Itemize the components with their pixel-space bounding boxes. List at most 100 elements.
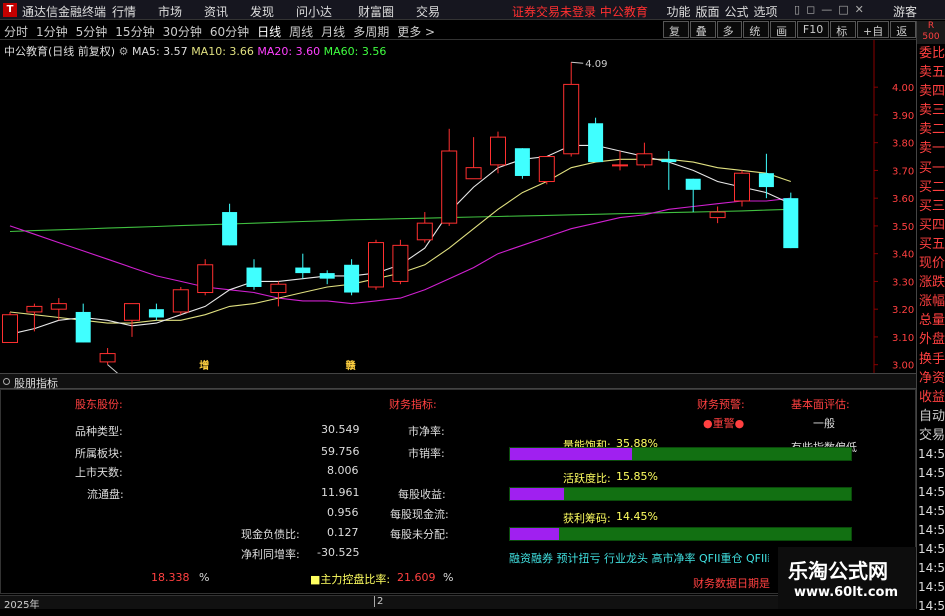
tick-time: 14:56 (917, 483, 945, 502)
tab-60min[interactable]: 60分钟 (210, 23, 249, 40)
close-icon[interactable]: ✕ (855, 3, 864, 16)
sidebar-quote-item[interactable]: 收益 (917, 388, 945, 407)
tab-weekly[interactable]: 周线 (289, 23, 313, 40)
sidebar-quote-item[interactable]: 买二 (917, 178, 945, 197)
sidebar-quote-item[interactable]: 卖三 (917, 101, 945, 120)
sidebar-quote-item[interactable]: 总量 (917, 311, 945, 330)
sidebar-quote-item[interactable]: 买四 (917, 216, 945, 235)
collapse-circle-icon[interactable] (3, 378, 10, 385)
sidebar-quote-item[interactable]: 买五 (917, 235, 945, 254)
menu-item-caifuquan[interactable]: 财富圈 (358, 3, 416, 20)
sidebar-quote-item[interactable]: 委比 (917, 44, 945, 63)
tab-1min[interactable]: 1分钟 (36, 23, 68, 40)
candle-body-up (3, 315, 18, 343)
menu-item-shichang[interactable]: 市场 (158, 3, 204, 20)
mark-button[interactable]: 标记 (830, 21, 856, 38)
maximize-icon[interactable]: □ (838, 3, 848, 16)
main-control-value: 21.609 (397, 571, 436, 584)
sidebar-badge[interactable]: R 500 (917, 21, 945, 44)
stats-button[interactable]: 统计 (743, 21, 769, 38)
menu-item-faxian[interactable]: 发现 (250, 3, 296, 20)
sidebar-quote-item[interactable]: 现价 (917, 254, 945, 273)
menu-item-banmian[interactable]: 版面 (693, 3, 722, 20)
tab-more[interactable]: 更多 > (397, 23, 435, 40)
bar-fill (510, 528, 559, 540)
sidebar-quote-item[interactable]: 自动 (917, 407, 945, 426)
guest-label[interactable]: 游客 (893, 3, 917, 20)
candle-body-up (393, 245, 408, 281)
menu-item-wenxiaoda[interactable]: 问小达 (296, 3, 358, 20)
tab-daily[interactable]: 日线 (257, 23, 281, 40)
main-menu: 行情 市场 资讯 发现 问小达 财富圈 交易 (112, 3, 462, 20)
menu-item-xuanxiang[interactable]: 选项 (751, 3, 780, 20)
sidebar-quote-item[interactable]: 涨跌 (917, 273, 945, 292)
left-row-label: 现金负债比: (241, 526, 300, 542)
window-mini-icon[interactable]: ◻ (806, 3, 815, 16)
settings-gear-icon[interactable]: ⚙ (119, 45, 129, 58)
sidebar-quote-item[interactable]: 卖二 (917, 120, 945, 139)
y-tick-label: 3.10 (892, 333, 914, 344)
sidebar-quote-item[interactable]: 交易 (917, 426, 945, 445)
tab-5min[interactable]: 5分钟 (76, 23, 108, 40)
sidebar-quote-item[interactable]: 涨幅 (917, 292, 945, 311)
f10-button[interactable]: F10 (797, 21, 829, 38)
kline-chart[interactable]: 4.003.903.803.703.603.503.403.303.203.10… (0, 40, 916, 373)
menu-item-gongneng[interactable]: 功能 (664, 3, 693, 20)
quote-sidebar: R 500 委比卖五卖四卖三卖二卖一买一买二买三买四买五现价涨跌涨幅总量外盘换手… (916, 21, 945, 609)
sidebar-badge-top: R (917, 21, 945, 32)
window-layout-icon[interactable]: ▯ (794, 3, 800, 16)
tab-15min[interactable]: 15分钟 (115, 23, 154, 40)
period-mark: 2 (374, 596, 383, 607)
candle-body-down (320, 273, 335, 279)
menu-item-gongshi[interactable]: 公式 (722, 3, 751, 20)
tab-fenshi[interactable]: 分时 (4, 23, 28, 40)
tick-time: 14:56 (917, 445, 945, 464)
bar-label: 活跃度比: (563, 470, 611, 486)
candle-body-up (173, 290, 188, 312)
candle-body-up (710, 212, 725, 218)
candle-body-down (149, 309, 164, 317)
menu-item-hangqing[interactable]: 行情 (112, 3, 158, 20)
fund-eval-header: 基本面评估: (791, 396, 850, 412)
sidebar-quote-item[interactable]: 买三 (917, 197, 945, 216)
login-notice[interactable]: 证券交易未登录 中公教育 (512, 3, 648, 20)
candle-body-down (783, 198, 798, 248)
left-row-value: 11.961 (321, 486, 360, 499)
candle-body-up (369, 243, 384, 287)
bar-pct: 14.45% (616, 510, 658, 523)
sidebar-quote-item[interactable]: 换手 (917, 350, 945, 369)
candle-body-up (735, 173, 750, 201)
tab-30min[interactable]: 30分钟 (163, 23, 202, 40)
sidebar-quote-item[interactable]: 卖一 (917, 139, 945, 158)
left-row-value: 30.549 (321, 423, 360, 436)
menu-item-jiaoyi[interactable]: 交易 (416, 3, 462, 20)
sidebar-quote-item[interactable]: 卖五 (917, 63, 945, 82)
fund-eval-value: 一般 (813, 415, 835, 431)
watermark-title: 乐淘公式网 (788, 555, 888, 584)
candle-body-up (491, 137, 506, 165)
tab-multi-period[interactable]: 多周期 (353, 23, 389, 40)
y-tick-label: 3.90 (892, 111, 914, 122)
multi-stock-button[interactable]: 多股 (717, 21, 743, 38)
menu-item-zixun[interactable]: 资讯 (204, 3, 250, 20)
overlay-button[interactable]: 叠加 (690, 21, 716, 38)
y-tick-label: 3.80 (892, 139, 914, 150)
sidebar-quote-item[interactable]: 买一 (917, 159, 945, 178)
draw-line-button[interactable]: 画线 (770, 21, 796, 38)
candle-body-down (247, 268, 262, 287)
back-button[interactable]: 返回 (890, 21, 916, 38)
sidebar-quote-item[interactable]: 卖四 (917, 82, 945, 101)
minimize-icon[interactable]: — (821, 3, 832, 16)
period-bar: 分时 1分钟 5分钟 15分钟 30分钟 60分钟 日线 周线 月线 多周期 更… (0, 21, 916, 40)
sidebar-quote-item[interactable]: 外盘 (917, 330, 945, 349)
profit-chip-bar (509, 527, 852, 541)
fuquan-button[interactable]: 复权 (663, 21, 689, 38)
candle-body-up (539, 157, 554, 182)
candle-body-up (125, 304, 140, 321)
tick-time: 14:56 (917, 521, 945, 540)
stock-name: 中公教育(日线 前复权) (4, 45, 115, 58)
sidebar-quote-item[interactable]: 净资 (917, 369, 945, 388)
tab-monthly[interactable]: 月线 (321, 23, 345, 40)
y-tick-label: 3.60 (892, 194, 914, 205)
add-watchlist-button[interactable]: +自选 (857, 21, 889, 38)
